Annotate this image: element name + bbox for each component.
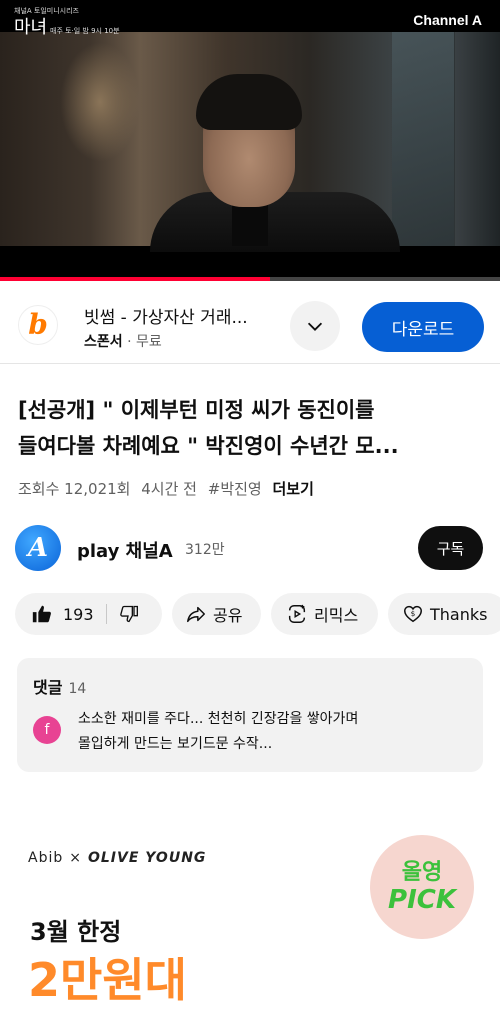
channel-name[interactable]: play 채널A bbox=[77, 537, 173, 563]
share-label: 공유 bbox=[213, 606, 243, 625]
sponsor-price: 무료 bbox=[136, 334, 162, 350]
video-scene-light bbox=[60, 42, 140, 162]
ad-pick-badge: 올영 PICK bbox=[370, 835, 474, 939]
channel-avatar-glyph: A bbox=[27, 533, 49, 563]
ad-limited-text[interactable]: 3월 한정 bbox=[30, 912, 121, 947]
video-title[interactable]: [선공개] " 이제부턴 미정 씨가 동진이를 들여다볼 차례예요 " 박진영이… bbox=[18, 392, 488, 464]
upload-time: 4시간 전 bbox=[141, 480, 197, 498]
remix-button[interactable]: 리믹스 bbox=[271, 593, 378, 635]
video-person-hair bbox=[196, 74, 302, 130]
ad-badge-line-1: 올영 bbox=[401, 860, 443, 885]
share-button[interactable]: 공유 bbox=[172, 593, 261, 635]
more-link[interactable]: 더보기 bbox=[273, 480, 314, 498]
like-dislike-group: 193 bbox=[15, 593, 162, 635]
comment-text: 소소한 재미를 주다... 천천히 긴장감을 쌓아가며 몰입하게 만드는 보기드… bbox=[78, 707, 468, 757]
ad-badge-line-2: PICK bbox=[388, 885, 456, 915]
ad-price-text[interactable]: 2만원대 bbox=[28, 952, 187, 1008]
ad-brand-line[interactable]: Abib × OLIVE YOUNG bbox=[28, 850, 206, 866]
like-separator bbox=[105, 604, 107, 624]
sponsor-card[interactable]: b 빗썸 - 가상자산 거래... 스폰서 · 무료 다운로드 bbox=[0, 283, 500, 363]
sponsor-meta: 스폰서 · 무료 bbox=[84, 334, 162, 350]
comments-heading: 댓글 14 bbox=[33, 674, 86, 698]
comment-text-line-2: 몰입하게 만드는 보기드문 수작... bbox=[78, 736, 273, 752]
channel-avatar[interactable]: A bbox=[15, 525, 61, 571]
thumbs-up-icon[interactable] bbox=[31, 603, 53, 625]
show-logo-caption: 채널A 토일미니시리즈 bbox=[14, 7, 79, 15]
comments-label: 댓글 bbox=[33, 678, 63, 697]
svg-text:$: $ bbox=[411, 609, 416, 618]
expand-button[interactable] bbox=[290, 301, 340, 351]
ad-brand-abib: Abib bbox=[28, 850, 64, 866]
like-count[interactable]: 193 bbox=[63, 605, 94, 624]
subscribe-button[interactable]: 구독 bbox=[418, 526, 483, 570]
subscriber-count: 312만 bbox=[185, 542, 225, 558]
comment-text-line-1: 소소한 재미를 주다... 천천히 긴장감을 쌓아가며 bbox=[78, 711, 359, 727]
comment-author-avatar: f bbox=[33, 716, 61, 744]
section-divider bbox=[0, 363, 500, 364]
download-button[interactable]: 다운로드 bbox=[362, 302, 484, 352]
show-logo-title: 마녀 bbox=[14, 17, 48, 38]
view-count: 조회수 12,021회 bbox=[18, 480, 131, 498]
channel-watermark: Channel A bbox=[413, 12, 482, 28]
video-player[interactable]: 채널A 토일미니시리즈 마녀 매주 토·일 밤 9시 10분 Channel A bbox=[0, 0, 500, 281]
chevron-down-icon bbox=[307, 322, 323, 331]
video-scene-curtain bbox=[455, 32, 500, 246]
comments-count: 14 bbox=[68, 681, 87, 697]
thanks-label: Thanks bbox=[430, 604, 488, 624]
video-scene-window bbox=[392, 32, 454, 246]
video-title-line-2: 들여다볼 차례예요 " 박진영이 수년간 모... bbox=[18, 434, 399, 458]
show-logo: 채널A 토일미니시리즈 마녀 매주 토·일 밤 9시 10분 bbox=[14, 6, 120, 39]
video-title-line-1: [선공개] " 이제부턴 미정 씨가 동진이를 bbox=[18, 398, 375, 422]
thanks-button[interactable]: $ Thanks bbox=[388, 593, 500, 635]
share-icon bbox=[185, 603, 207, 625]
remix-icon bbox=[286, 603, 308, 625]
ad-brand-separator: × bbox=[69, 850, 82, 866]
video-progress-fill bbox=[0, 277, 270, 281]
thumbs-down-icon[interactable] bbox=[119, 604, 139, 624]
ad-brand-oliveyoung: OLIVE YOUNG bbox=[87, 850, 207, 866]
sponsor-title[interactable]: 빗썸 - 가상자산 거래... bbox=[84, 303, 248, 328]
sponsor-app-logo: b bbox=[18, 305, 58, 345]
video-meta[interactable]: 조회수 12,021회 4시간 전 #박진영 더보기 bbox=[18, 478, 320, 499]
video-frame bbox=[0, 32, 500, 252]
remix-label: 리믹스 bbox=[314, 606, 359, 625]
comments-section[interactable]: 댓글 14 f 소소한 재미를 주다... 천천히 긴장감을 쌓아가며 몰입하게 … bbox=[17, 658, 483, 772]
show-schedule: 매주 토·일 밤 9시 10분 bbox=[50, 27, 120, 35]
sponsor-label: 스폰서 bbox=[84, 334, 123, 350]
sponsor-logo-glyph: b bbox=[28, 308, 48, 341]
hashtag-link[interactable]: #박진영 bbox=[208, 480, 262, 498]
super-thanks-icon: $ bbox=[402, 603, 424, 625]
